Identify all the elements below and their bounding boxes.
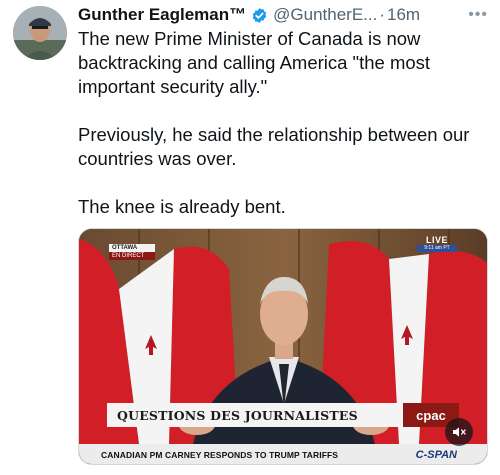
volume-muted-icon[interactable] [445,418,473,446]
ticker-text: CANADIAN PM CARNEY RESPONDS TO TRUMP TAR… [101,450,339,460]
more-horizontal-icon[interactable]: ••• [468,6,488,24]
separator-dot: · [379,5,386,24]
live-tag: LIVE 9:11 am PT [417,235,457,252]
speaker-icon [453,427,466,437]
author-handle[interactable]: @GuntherE... [273,5,377,25]
tweet-body: The new Prime Minister of Canada is now … [78,27,496,219]
live-label: LIVE [425,235,448,245]
tweet-paragraph: Previously, he said the relationship bet… [78,124,470,169]
video-frame [79,229,487,464]
cspan-logo: C-SPAN [415,449,457,461]
location-sub: EN DIRECT [109,252,155,260]
location-tag: OTTAWA EN DIRECT [109,244,155,260]
avatar[interactable] [13,6,67,60]
avatar-image [13,6,67,60]
verified-badge-icon [252,7,267,23]
lower-third-title: QUESTIONS DES JOURNALISTES [117,407,358,423]
tweet-header: Gunther Eagleman™ @GuntherE... · 16m ••• [78,4,488,26]
tweet-paragraph: The knee is already bent. [78,196,286,217]
timestamp[interactable]: 16m [387,5,420,25]
location-label: OTTAWA [109,244,155,252]
news-ticker: CANADIAN PM CARNEY RESPONDS TO TRUMP TAR… [79,444,487,464]
tweet-paragraph: The new Prime Minister of Canada is now … [78,28,431,97]
live-time: 9:11 am PT [417,245,457,252]
author-name[interactable]: Gunther Eagleman™ [78,5,246,25]
video-player[interactable]: OTTAWA EN DIRECT LIVE 9:11 am PT QUESTIO… [78,228,488,465]
lower-third: QUESTIONS DES JOURNALISTES cpac [107,403,459,427]
